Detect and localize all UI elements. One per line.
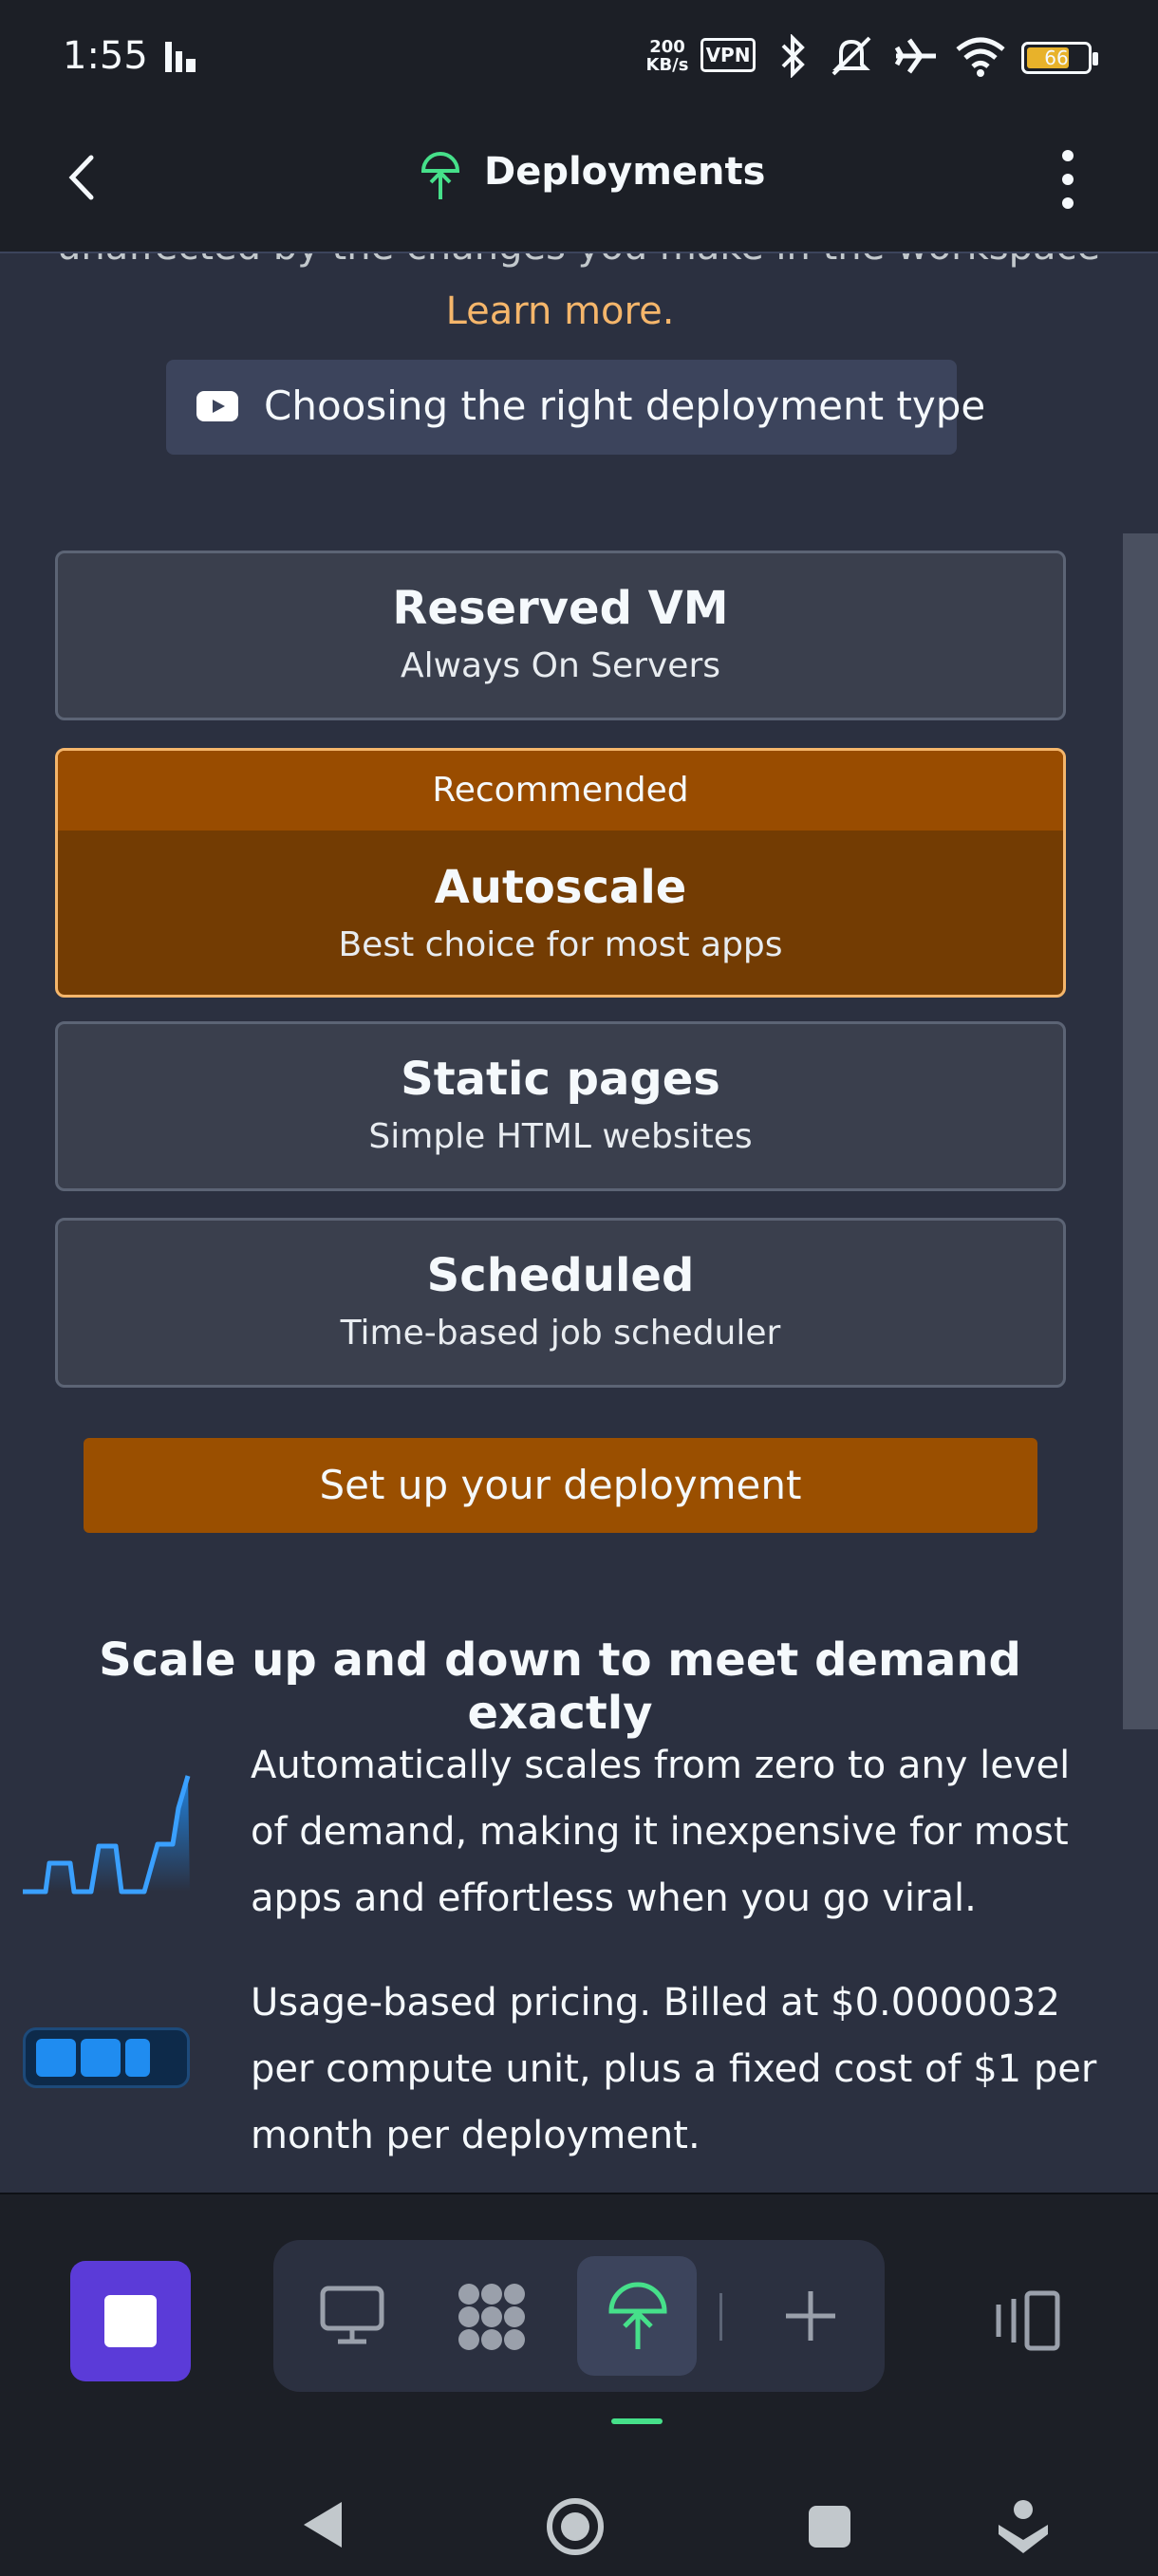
option-title: Static pages [401,1053,720,1106]
back-icon[interactable] [63,152,101,203]
tab-divider [719,2293,722,2341]
more-vertical-icon[interactable] [1054,146,1082,213]
option-subtitle: Time-based job scheduler [340,1314,781,1353]
youtube-icon [196,391,238,421]
page-title: Deployments [484,150,766,194]
intro-text: unaffected by the changes you make in th… [57,253,1100,269]
deployment-option-scheduled[interactable]: Scheduled Time-based job scheduler [55,1218,1066,1388]
option-subtitle: Best choice for most apps [338,925,783,964]
tab-console[interactable] [431,2256,551,2376]
option-title: Reserved VM [392,582,729,635]
video-guide-button[interactable]: Choosing the right deployment type [166,360,985,455]
device-toggle-icon[interactable] [991,2287,1063,2354]
features-heading: Scale up and down to meet demand exactly [99,1633,1021,1740]
option-title: Scheduled [426,1249,695,1302]
stop-icon [104,2295,157,2347]
network-speed: 200 KB/s [645,37,689,75]
option-title: Autoscale [434,861,687,914]
feature-pricing-text: Usage-based pricing. Billed at $0.000003… [251,1981,1097,2157]
status-bar: 1:55 200 KB/s VPN 66 [0,0,1158,104]
battery-level: 66 [1044,47,1069,69]
add-tab-icon [786,2291,835,2341]
video-guide-label: Choosing the right deployment type [264,383,986,429]
nav-recents-icon[interactable] [809,2506,850,2548]
signal-bars-icon [165,42,196,72]
nav-assistant-icon[interactable] [997,2496,1050,2557]
deployments-icon [420,152,460,199]
scaling-graph-icon [23,1775,191,1895]
mute-icon [831,36,871,76]
option-subtitle: Simple HTML websites [368,1117,753,1156]
deployment-option-reserved-vm[interactable]: Reserved VM Always On Servers [55,551,1066,720]
clock: 1:55 [63,34,148,78]
deployments-icon [608,2282,667,2349]
deployment-option-static-pages[interactable]: Static pages Simple HTML websites [55,1021,1066,1191]
feature-autoscale-text: Automatically scales from zero to any le… [251,1744,1071,1920]
airplane-icon [894,38,936,74]
nav-back-icon[interactable] [298,2498,347,2551]
tab-desktop[interactable] [292,2256,412,2376]
stop-button[interactable] [70,2261,191,2381]
app-header: Deployments [0,104,1158,253]
usage-meter-icon [23,2027,190,2088]
desktop-icon [320,2286,384,2344]
recommended-badge: Recommended [58,751,1063,831]
wifi-icon [956,37,1005,77]
deployment-option-autoscale[interactable]: Recommended Autoscale Best choice for mo… [55,748,1066,998]
vpn-badge: VPN [700,38,756,72]
console-icon [458,2284,525,2350]
workspace-toolbar [0,2193,1158,2576]
nav-home-icon[interactable] [545,2496,606,2557]
workspace-tabs [273,2240,885,2392]
setup-deployment-button[interactable]: Set up your deployment [84,1438,1037,1533]
add-tab-button[interactable] [751,2256,870,2376]
learn-more-link[interactable]: Learn more. [0,289,1120,333]
option-subtitle: Always On Servers [400,646,721,685]
scrollbar[interactable] [1123,533,1158,1729]
active-tab-indicator [611,2418,663,2424]
bluetooth-icon [781,34,805,78]
battery-icon: 66 [1021,42,1098,74]
deployments-content[interactable]: unaffected by the changes you make in th… [0,253,1158,2193]
tab-deployments[interactable] [577,2256,697,2376]
